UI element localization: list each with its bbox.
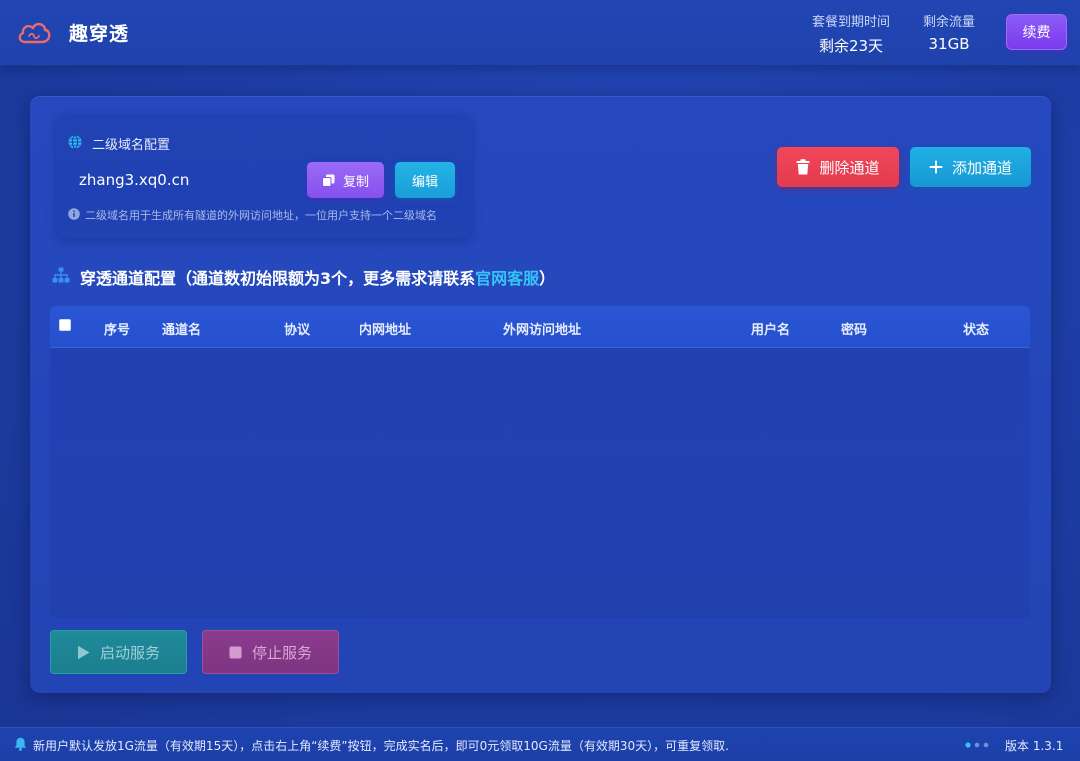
column-header-username[interactable]: 用户名 xyxy=(751,319,790,338)
select-all-checkbox[interactable] xyxy=(59,319,71,331)
copy-label: 复制 xyxy=(342,174,369,190)
column-header-tunnel-name[interactable]: 通道名 xyxy=(162,319,201,338)
play-icon xyxy=(77,645,90,659)
start-service-button[interactable]: 启动服务 xyxy=(50,630,187,674)
stop-icon xyxy=(229,646,242,658)
carousel-dots-icon[interactable] xyxy=(965,742,995,748)
edit-domain-button[interactable]: 编辑 xyxy=(395,162,455,198)
remaining-traffic-label: 剩余流量 xyxy=(922,15,975,30)
tunnel-section-title-text: 穿透通道配置（通道数初始限额为3个，更多需求请联系 xyxy=(80,269,476,288)
info-icon xyxy=(68,208,80,220)
renew-button[interactable]: 续费 xyxy=(1006,14,1067,50)
copy-domain-button[interactable]: 复制 xyxy=(307,162,384,198)
notice-text: 新用户默认发放1G流量（有效期15天），点击右上角“续费”按钮，完成实名后，即可… xyxy=(33,739,729,753)
stop-service-label: 停止服务 xyxy=(251,643,312,662)
column-header-index[interactable]: 序号 xyxy=(104,319,130,338)
plan-expire-stat: 套餐到期时间 剩余23天 xyxy=(806,11,896,56)
column-header-intranet-address[interactable]: 内网地址 xyxy=(359,319,411,338)
plan-expire-value: 剩余23天 xyxy=(818,37,884,55)
network-tree-icon xyxy=(52,267,70,283)
domain-config-title: 二级域名配置 xyxy=(92,138,171,153)
remaining-traffic-value: 31GB xyxy=(928,35,970,53)
add-tunnel-button[interactable]: 添加通道 xyxy=(910,147,1031,187)
column-header-password[interactable]: 密码 xyxy=(841,319,867,338)
globe-icon xyxy=(68,135,82,149)
plus-icon xyxy=(929,160,943,174)
column-header-public-address[interactable]: 外网访问地址 xyxy=(503,319,581,338)
plan-expire-label: 套餐到期时间 xyxy=(811,15,890,30)
start-service-label: 启动服务 xyxy=(99,643,160,662)
column-header-protocol[interactable]: 协议 xyxy=(284,319,310,338)
app-window: 趣穿透 套餐到期时间 剩余23天 剩余流量 31GB 续费 二级域名配置 zha… xyxy=(0,0,1080,761)
official-support-link[interactable]: 官网客服 xyxy=(475,269,539,288)
stop-service-button[interactable]: 停止服务 xyxy=(202,630,339,674)
tunnel-section-title: 穿透通道配置（通道数初始限额为3个，更多需求请联系官网客服） xyxy=(80,265,555,289)
version-label: 版本 1.3.1 xyxy=(1005,739,1064,753)
domain-value: zhang3.xq0.cn xyxy=(79,171,190,189)
tunnel-table xyxy=(50,306,1030,618)
add-tunnel-label: 添加通道 xyxy=(951,158,1012,177)
delete-tunnel-label: 删除通道 xyxy=(819,158,880,177)
remaining-traffic-stat: 剩余流量 31GB xyxy=(918,11,980,53)
copy-icon xyxy=(321,174,335,187)
trash-icon xyxy=(796,159,810,175)
tunnel-section-title-suffix: ） xyxy=(539,269,556,288)
column-header-status[interactable]: 状态 xyxy=(963,319,989,338)
app-title: 趣穿透 xyxy=(69,23,130,45)
delete-tunnel-button[interactable]: 删除通道 xyxy=(777,147,899,187)
domain-note: 二级域名用于生成所有隧道的外网访问地址，一位用户支持一个二级域名 xyxy=(85,209,437,222)
cloud-logo-icon xyxy=(18,22,51,44)
bell-icon xyxy=(14,737,27,751)
